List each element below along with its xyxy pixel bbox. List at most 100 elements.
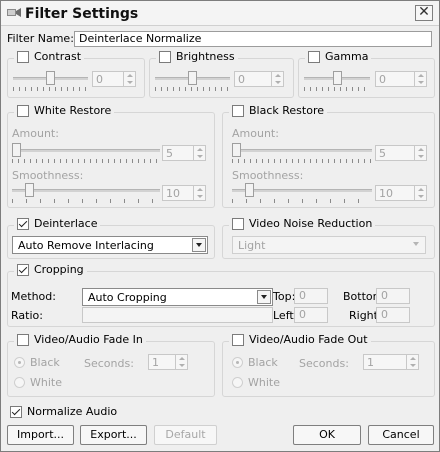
crop-top-input[interactable]: 0 xyxy=(294,288,328,304)
white-restore-smoothness-track xyxy=(12,189,160,192)
fade-in-black-label: Black xyxy=(30,356,60,369)
brightness-spin-arrows[interactable] xyxy=(271,72,283,86)
video-noise-reduction-checkbox[interactable]: Video Noise Reduction xyxy=(229,217,376,230)
white-restore-checkbox[interactable]: White Restore xyxy=(14,104,115,117)
fade-in-black-radio[interactable]: Black xyxy=(14,356,60,369)
noise-level-select[interactable]: Light xyxy=(232,236,426,254)
video-noise-reduction-label: Video Noise Reduction xyxy=(249,217,373,230)
black-restore-amount-slider[interactable] xyxy=(232,143,372,165)
contrast-slider-thumb[interactable] xyxy=(46,71,55,85)
fade-in-seconds-spinner[interactable]: 1 xyxy=(148,354,188,370)
white-restore-smoothness-slider[interactable] xyxy=(12,183,160,205)
fade-out-group: Video/Audio Fade Out Black White Seconds… xyxy=(222,333,435,397)
white-restore-amount-spinner[interactable]: 5 xyxy=(162,145,206,161)
fade-in-seconds-arrows[interactable] xyxy=(175,355,187,369)
gamma-spin-arrows[interactable] xyxy=(414,72,426,86)
crop-method-select[interactable]: Auto Cropping xyxy=(82,288,273,306)
contrast-check-box[interactable] xyxy=(17,50,29,63)
normalize-audio-checkbox[interactable]: Normalize Audio xyxy=(10,405,117,418)
brightness-check-box[interactable] xyxy=(159,50,171,63)
deinterlace-checkbox[interactable]: Deinterlace xyxy=(14,217,101,230)
black-restore-smoothness-arrows[interactable] xyxy=(414,186,426,200)
chevron-down-icon[interactable] xyxy=(410,238,424,252)
default-button[interactable]: Default xyxy=(154,425,217,445)
fade-out-black-radio-dot[interactable] xyxy=(232,357,243,368)
brightness-slider-thumb[interactable] xyxy=(188,71,197,85)
fade-out-seconds-arrows[interactable] xyxy=(406,355,418,369)
fade-in-black-radio-dot[interactable] xyxy=(14,357,25,368)
gamma-slider-thumb[interactable] xyxy=(333,71,342,85)
close-icon[interactable]: ✕ xyxy=(415,5,433,21)
crop-bottom-input[interactable]: 0 xyxy=(376,288,410,304)
filter-name-input[interactable]: Deinterlace Normalize xyxy=(74,31,432,47)
chevron-down-icon[interactable] xyxy=(257,290,271,304)
white-restore-amount-slider[interactable] xyxy=(12,143,160,165)
filter-settings-dialog: Filter Settings ✕ Filter Name: Deinterla… xyxy=(0,0,440,452)
crop-top-label: Top: xyxy=(273,290,296,303)
white-restore-amount-thumb[interactable] xyxy=(12,143,21,157)
black-restore-checkbox[interactable]: Black Restore xyxy=(229,104,327,117)
crop-ratio-input[interactable] xyxy=(82,307,273,323)
deinterlace-label: Deinterlace xyxy=(34,217,98,230)
cropping-label: Cropping xyxy=(34,263,84,276)
black-restore-amount-arrows[interactable] xyxy=(414,146,426,160)
white-restore-amount-ticks xyxy=(12,159,160,163)
cancel-button[interactable]: Cancel xyxy=(368,425,434,445)
fade-in-check-box[interactable] xyxy=(17,333,29,346)
crop-right-input[interactable]: 0 xyxy=(376,307,410,323)
black-restore-smoothness-thumb[interactable] xyxy=(245,183,254,197)
contrast-checkbox[interactable]: Contrast xyxy=(14,50,85,63)
brightness-checkbox[interactable]: Brightness xyxy=(156,50,238,63)
white-restore-smoothness-thumb[interactable] xyxy=(25,183,34,197)
white-restore-amount-arrows[interactable] xyxy=(193,146,205,160)
white-restore-smoothness-spinner[interactable]: 10 xyxy=(162,185,206,201)
brightness-spinner[interactable]: 0 xyxy=(234,71,284,87)
white-restore-check-box[interactable] xyxy=(17,104,29,117)
black-restore-amount-thumb[interactable] xyxy=(232,143,241,157)
fade-out-black-radio[interactable]: Black xyxy=(232,356,278,369)
normalize-audio-check-box[interactable] xyxy=(10,405,22,418)
dialog-title: Filter Settings xyxy=(25,6,139,22)
import-button[interactable]: Import... xyxy=(7,425,74,445)
black-restore-smoothness-slider[interactable] xyxy=(232,183,372,205)
crop-method-value: Auto Cropping xyxy=(88,291,167,304)
crop-left-input[interactable]: 0 xyxy=(294,307,328,323)
black-restore-smoothness-value: 10 xyxy=(379,187,393,200)
white-restore-smoothness-arrows[interactable] xyxy=(193,186,205,200)
video-noise-reduction-check-box[interactable] xyxy=(232,217,244,230)
contrast-spinner[interactable]: 0 xyxy=(92,71,136,87)
contrast-slider[interactable] xyxy=(13,71,88,93)
cropping-group: Cropping Method: Auto Cropping Top: 0 Bo… xyxy=(7,263,435,327)
contrast-group: Contrast 0 xyxy=(7,50,145,98)
black-restore-check-box[interactable] xyxy=(232,104,244,117)
fade-out-white-radio-dot[interactable] xyxy=(232,377,243,388)
black-restore-amount-label: Amount: xyxy=(232,127,279,140)
contrast-spin-arrows[interactable] xyxy=(123,72,135,86)
fade-out-check-box[interactable] xyxy=(232,333,244,346)
gamma-spinner[interactable]: 0 xyxy=(375,71,427,87)
deinterlace-mode-select[interactable]: Auto Remove Interlacing xyxy=(12,236,208,254)
gamma-checkbox[interactable]: Gamma xyxy=(305,50,372,63)
deinterlace-check-box[interactable] xyxy=(17,217,29,230)
chevron-down-icon[interactable] xyxy=(192,238,206,252)
cropping-checkbox[interactable]: Cropping xyxy=(14,263,87,276)
black-restore-smoothness-spinner[interactable]: 10 xyxy=(375,185,427,201)
ok-button[interactable]: OK xyxy=(293,425,361,445)
fade-out-seconds-spinner[interactable]: 1 xyxy=(363,354,419,370)
brightness-slider[interactable] xyxy=(155,71,230,93)
fade-out-checkbox[interactable]: Video/Audio Fade Out xyxy=(229,333,371,346)
fade-in-white-radio-dot[interactable] xyxy=(14,377,25,388)
export-button[interactable]: Export... xyxy=(80,425,147,445)
gamma-slider[interactable] xyxy=(304,71,370,93)
fade-out-white-radio[interactable]: White xyxy=(232,376,280,389)
cropping-check-box[interactable] xyxy=(17,263,29,276)
black-restore-amount-spinner[interactable]: 5 xyxy=(375,145,427,161)
gamma-check-box[interactable] xyxy=(308,50,320,63)
fade-in-checkbox[interactable]: Video/Audio Fade In xyxy=(14,333,146,346)
white-restore-amount-label: Amount: xyxy=(12,127,59,140)
fade-out-black-label: Black xyxy=(248,356,278,369)
video-noise-reduction-group: Video Noise Reduction Light xyxy=(222,217,435,259)
fade-in-white-radio[interactable]: White xyxy=(14,376,62,389)
crop-method-label: Method: xyxy=(11,290,56,303)
fade-in-white-label: White xyxy=(30,376,62,389)
